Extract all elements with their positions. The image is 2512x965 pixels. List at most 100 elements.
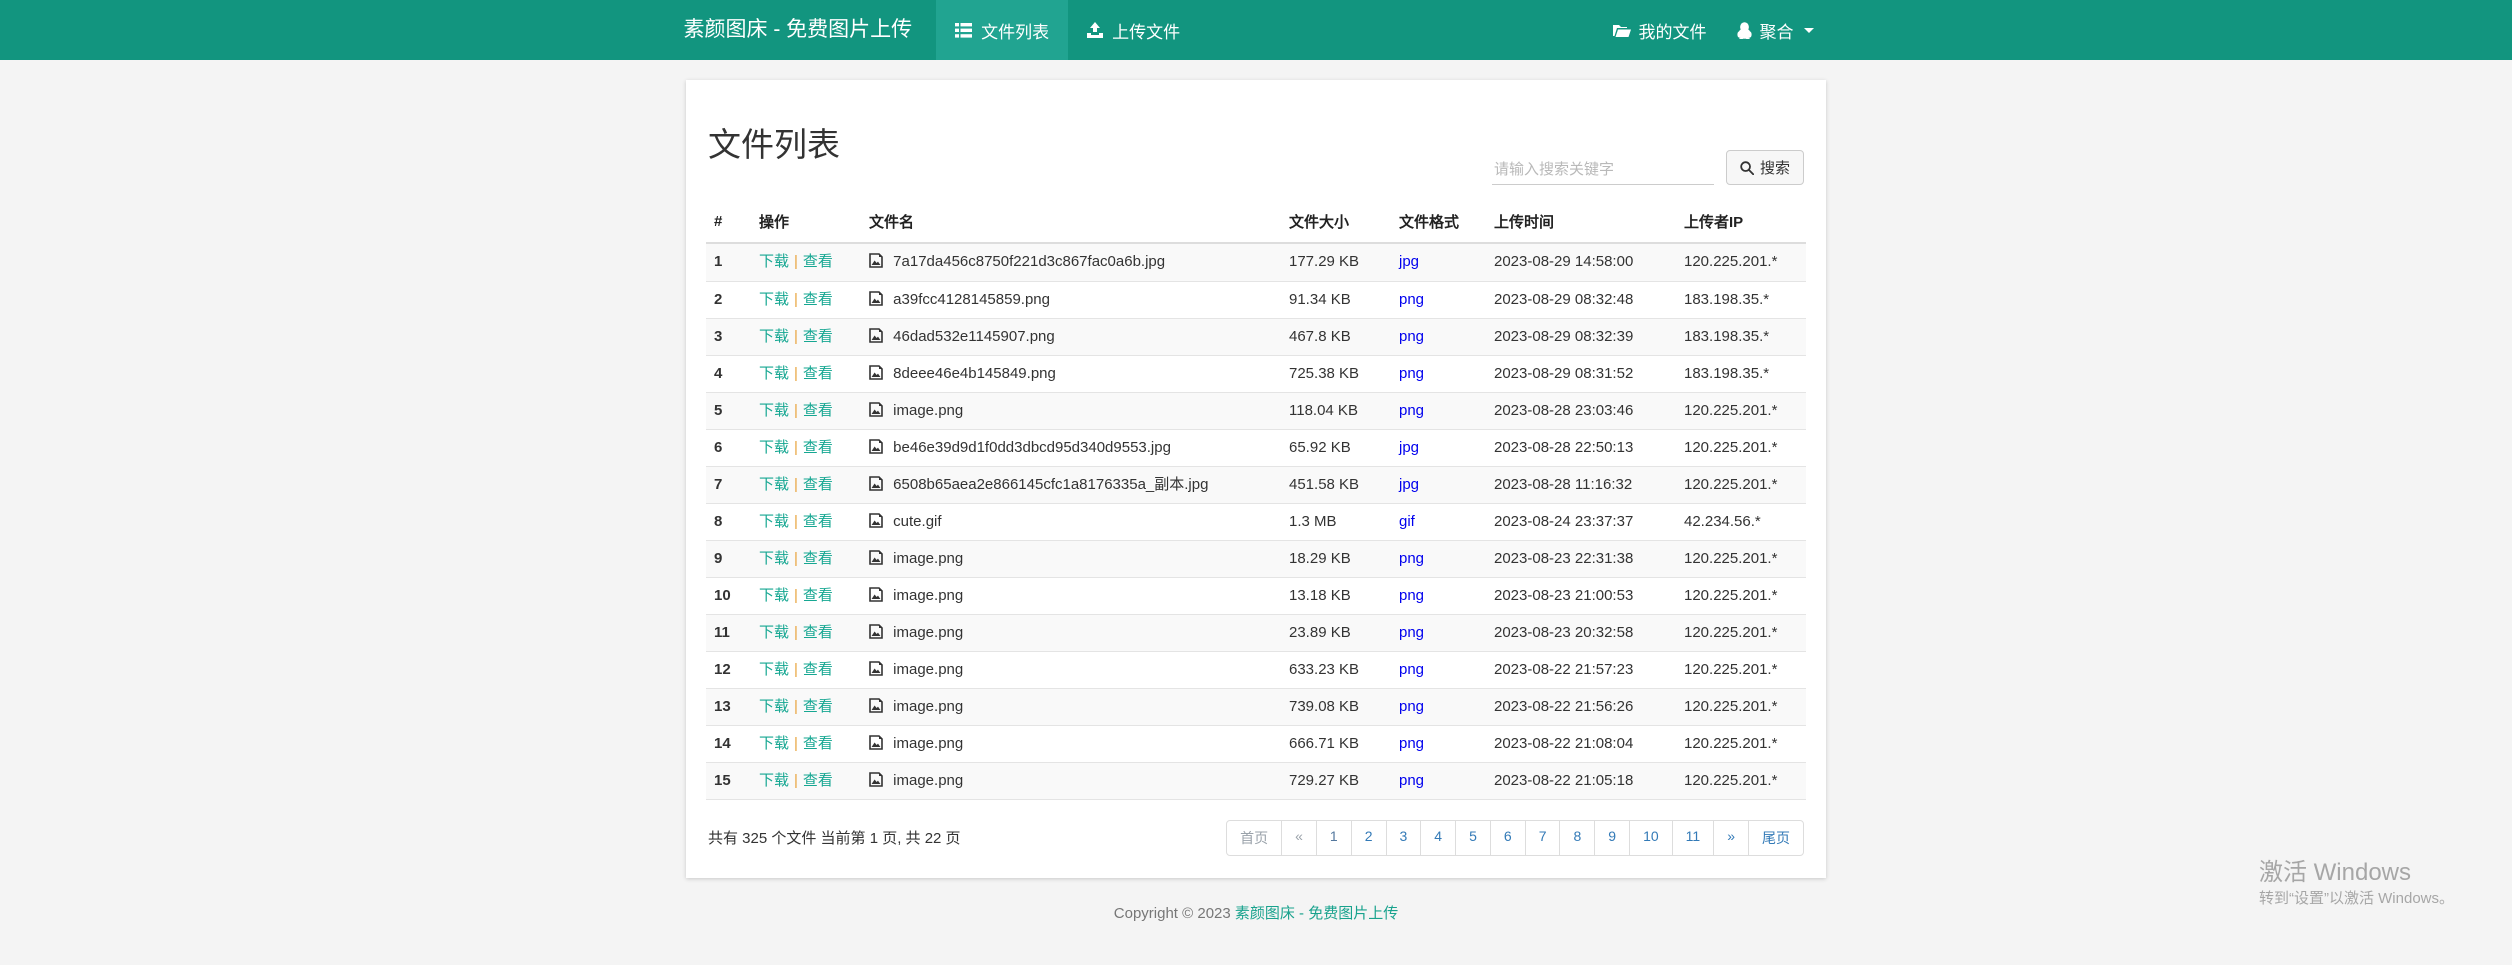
file-format-link[interactable]: gif bbox=[1399, 513, 1415, 530]
file-format-link[interactable]: png bbox=[1399, 402, 1424, 419]
action-separator: | bbox=[789, 439, 803, 456]
pagination-item[interactable]: 1 bbox=[1316, 820, 1352, 856]
file-format-link[interactable]: png bbox=[1399, 291, 1424, 308]
download-link[interactable]: 下载 bbox=[759, 513, 789, 530]
file-count-summary: 共有 325 个文件 当前第 1 页, 共 22 页 bbox=[708, 827, 961, 848]
pagination-item[interactable]: 2 bbox=[1351, 820, 1387, 856]
download-link[interactable]: 下载 bbox=[759, 365, 789, 382]
view-link[interactable]: 查看 bbox=[803, 624, 833, 641]
view-link[interactable]: 查看 bbox=[803, 402, 833, 419]
my-files-link[interactable]: 我的文件 bbox=[1598, 0, 1722, 60]
uploader-ip: 120.225.201.* bbox=[1676, 688, 1806, 725]
pagination-item[interactable]: 尾页 bbox=[1748, 820, 1804, 856]
row-index: 5 bbox=[706, 392, 751, 429]
view-link[interactable]: 查看 bbox=[803, 253, 833, 270]
file-format-link[interactable]: png bbox=[1399, 772, 1424, 789]
view-link[interactable]: 查看 bbox=[803, 772, 833, 789]
search-button[interactable]: 搜索 bbox=[1726, 150, 1804, 185]
tab-upload[interactable]: 上传文件 bbox=[1068, 0, 1199, 60]
view-link[interactable]: 查看 bbox=[803, 513, 833, 530]
action-separator: | bbox=[789, 291, 803, 308]
file-format-link[interactable]: jpg bbox=[1399, 476, 1419, 493]
table-row: 15下载|查看 image.png729.27 KBpng2023-08-22 … bbox=[706, 762, 1806, 799]
pagination-item[interactable]: 4 bbox=[1420, 820, 1456, 856]
file-name: 6508b65aea2e866145cfc1a8176335a_副本.jpg bbox=[893, 476, 1208, 493]
pagination-item[interactable]: 6 bbox=[1490, 820, 1526, 856]
view-link[interactable]: 查看 bbox=[803, 476, 833, 493]
aggregate-menu[interactable]: 聚合 bbox=[1722, 0, 1829, 60]
file-format-link[interactable]: png bbox=[1399, 587, 1424, 604]
view-link[interactable]: 查看 bbox=[803, 735, 833, 752]
brand[interactable]: 素颜图床 - 免费图片上传 bbox=[684, 0, 913, 60]
file-format-link[interactable]: jpg bbox=[1399, 439, 1419, 456]
download-link[interactable]: 下载 bbox=[759, 439, 789, 456]
row-actions: 下载|查看 bbox=[751, 540, 861, 577]
download-link[interactable]: 下载 bbox=[759, 735, 789, 752]
pagination-item[interactable]: 9 bbox=[1594, 820, 1630, 856]
download-link[interactable]: 下载 bbox=[759, 624, 789, 641]
file-format-cell: png bbox=[1391, 651, 1486, 688]
copyright: Copyright © 2023 素颜图床 - 免费图片上传 bbox=[0, 902, 2512, 923]
row-index: 6 bbox=[706, 429, 751, 466]
file-name: image.png bbox=[893, 661, 963, 678]
view-link[interactable]: 查看 bbox=[803, 698, 833, 715]
download-link[interactable]: 下载 bbox=[759, 253, 789, 270]
navbar-container: 素颜图床 - 免费图片上传 文件列表 bbox=[684, 0, 1829, 60]
pagination-item[interactable]: 11 bbox=[1672, 820, 1715, 856]
file-size: 666.71 KB bbox=[1281, 725, 1391, 762]
image-file-icon bbox=[869, 291, 883, 306]
pagination-item[interactable]: » bbox=[1713, 820, 1749, 856]
image-file-icon bbox=[869, 587, 883, 602]
view-link[interactable]: 查看 bbox=[803, 439, 833, 456]
pagination-item[interactable]: 10 bbox=[1629, 820, 1673, 856]
file-name: cute.gif bbox=[893, 513, 941, 530]
download-link[interactable]: 下载 bbox=[759, 402, 789, 419]
table-row: 5下载|查看 image.png118.04 KBpng2023-08-28 2… bbox=[706, 392, 1806, 429]
image-file-icon bbox=[869, 698, 883, 713]
download-link[interactable]: 下载 bbox=[759, 698, 789, 715]
file-list-card: 文件列表 搜索 #操作文件名文件大小文件格式上传时间上传者IP 1下载|查看 bbox=[686, 80, 1826, 878]
view-link[interactable]: 查看 bbox=[803, 328, 833, 345]
file-format-cell: png bbox=[1391, 281, 1486, 318]
list-icon bbox=[955, 23, 972, 38]
view-link[interactable]: 查看 bbox=[803, 291, 833, 308]
download-link[interactable]: 下载 bbox=[759, 772, 789, 789]
download-link[interactable]: 下载 bbox=[759, 328, 789, 345]
file-format-link[interactable]: png bbox=[1399, 661, 1424, 678]
file-name: image.png bbox=[893, 624, 963, 641]
copyright-text: Copyright © 2023 bbox=[1114, 905, 1235, 922]
action-separator: | bbox=[789, 476, 803, 493]
download-link[interactable]: 下载 bbox=[759, 661, 789, 678]
download-link[interactable]: 下载 bbox=[759, 291, 789, 308]
file-format-link[interactable]: png bbox=[1399, 365, 1424, 382]
file-name: image.png bbox=[893, 587, 963, 604]
tab-file-list[interactable]: 文件列表 bbox=[936, 0, 1068, 60]
file-format-link[interactable]: png bbox=[1399, 735, 1424, 752]
pagination-item[interactable]: 8 bbox=[1559, 820, 1595, 856]
search-icon bbox=[1740, 161, 1754, 175]
file-size: 725.38 KB bbox=[1281, 355, 1391, 392]
file-format-link[interactable]: png bbox=[1399, 328, 1424, 345]
download-link[interactable]: 下载 bbox=[759, 587, 789, 604]
view-link[interactable]: 查看 bbox=[803, 550, 833, 567]
file-format-link[interactable]: png bbox=[1399, 550, 1424, 567]
image-file-icon bbox=[869, 365, 883, 380]
pagination-item[interactable]: 7 bbox=[1525, 820, 1561, 856]
pagination-item[interactable]: 3 bbox=[1386, 820, 1422, 856]
file-format-link[interactable]: jpg bbox=[1399, 253, 1419, 270]
download-link[interactable]: 下载 bbox=[759, 550, 789, 567]
file-format-link[interactable]: png bbox=[1399, 698, 1424, 715]
file-name: image.png bbox=[893, 550, 963, 567]
file-format-link[interactable]: png bbox=[1399, 624, 1424, 641]
row-index: 15 bbox=[706, 762, 751, 799]
pagination-item[interactable]: 5 bbox=[1455, 820, 1491, 856]
row-actions: 下载|查看 bbox=[751, 243, 861, 281]
file-size: 118.04 KB bbox=[1281, 392, 1391, 429]
copyright-link[interactable]: 素颜图床 - 免费图片上传 bbox=[1235, 905, 1398, 922]
file-name-cell: cute.gif bbox=[861, 503, 1281, 540]
search-input[interactable] bbox=[1492, 155, 1714, 185]
download-link[interactable]: 下载 bbox=[759, 476, 789, 493]
view-link[interactable]: 查看 bbox=[803, 587, 833, 604]
view-link[interactable]: 查看 bbox=[803, 661, 833, 678]
view-link[interactable]: 查看 bbox=[803, 365, 833, 382]
